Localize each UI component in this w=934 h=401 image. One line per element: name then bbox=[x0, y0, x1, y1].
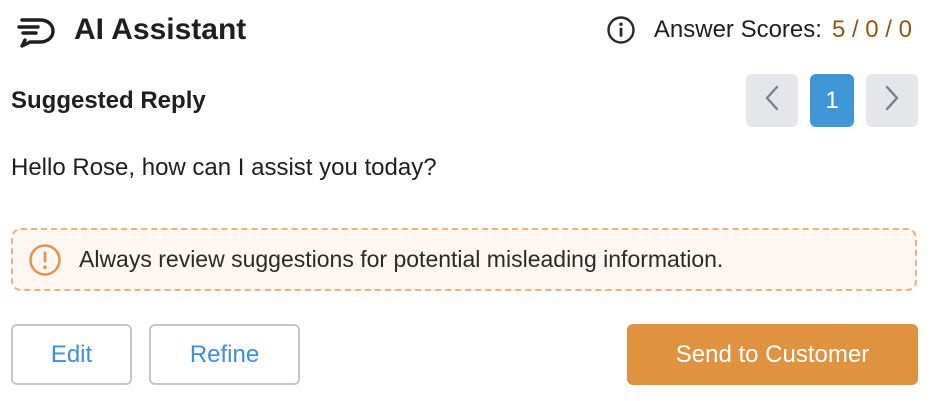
current-page-indicator[interactable]: 1 bbox=[810, 74, 854, 127]
answer-scores: Answer Scores: 5 / 0 / 0 bbox=[606, 14, 912, 46]
refine-button[interactable]: Refine bbox=[149, 324, 300, 385]
next-suggestion-button[interactable] bbox=[866, 74, 918, 127]
app-title: AI Assistant bbox=[74, 13, 247, 46]
scores-value: 5 / 0 / 0 bbox=[831, 16, 912, 43]
send-to-customer-button[interactable]: Send to Customer bbox=[627, 324, 918, 385]
assistant-header: AI Assistant Answer Scores: 5 / 0 / 0 bbox=[0, 0, 934, 60]
warning-icon bbox=[28, 243, 62, 277]
info-icon[interactable] bbox=[606, 15, 636, 45]
scores-label: Answer Scores: bbox=[653, 16, 822, 43]
warning-text: Always review suggestions for potential … bbox=[79, 246, 724, 272]
suggested-reply-text: Hello Rose, how can I assist you today? bbox=[11, 154, 437, 181]
reply-pager: 1 bbox=[746, 74, 918, 127]
suggested-reply-title: Suggested Reply bbox=[11, 87, 206, 114]
warning-banner: Always review suggestions for potential … bbox=[11, 228, 917, 291]
edit-button[interactable]: Edit bbox=[11, 324, 132, 385]
previous-suggestion-button[interactable] bbox=[746, 74, 798, 127]
chevron-right-icon bbox=[882, 84, 902, 117]
chat-bubble-logo-icon bbox=[16, 12, 58, 48]
chevron-left-icon bbox=[762, 84, 782, 117]
